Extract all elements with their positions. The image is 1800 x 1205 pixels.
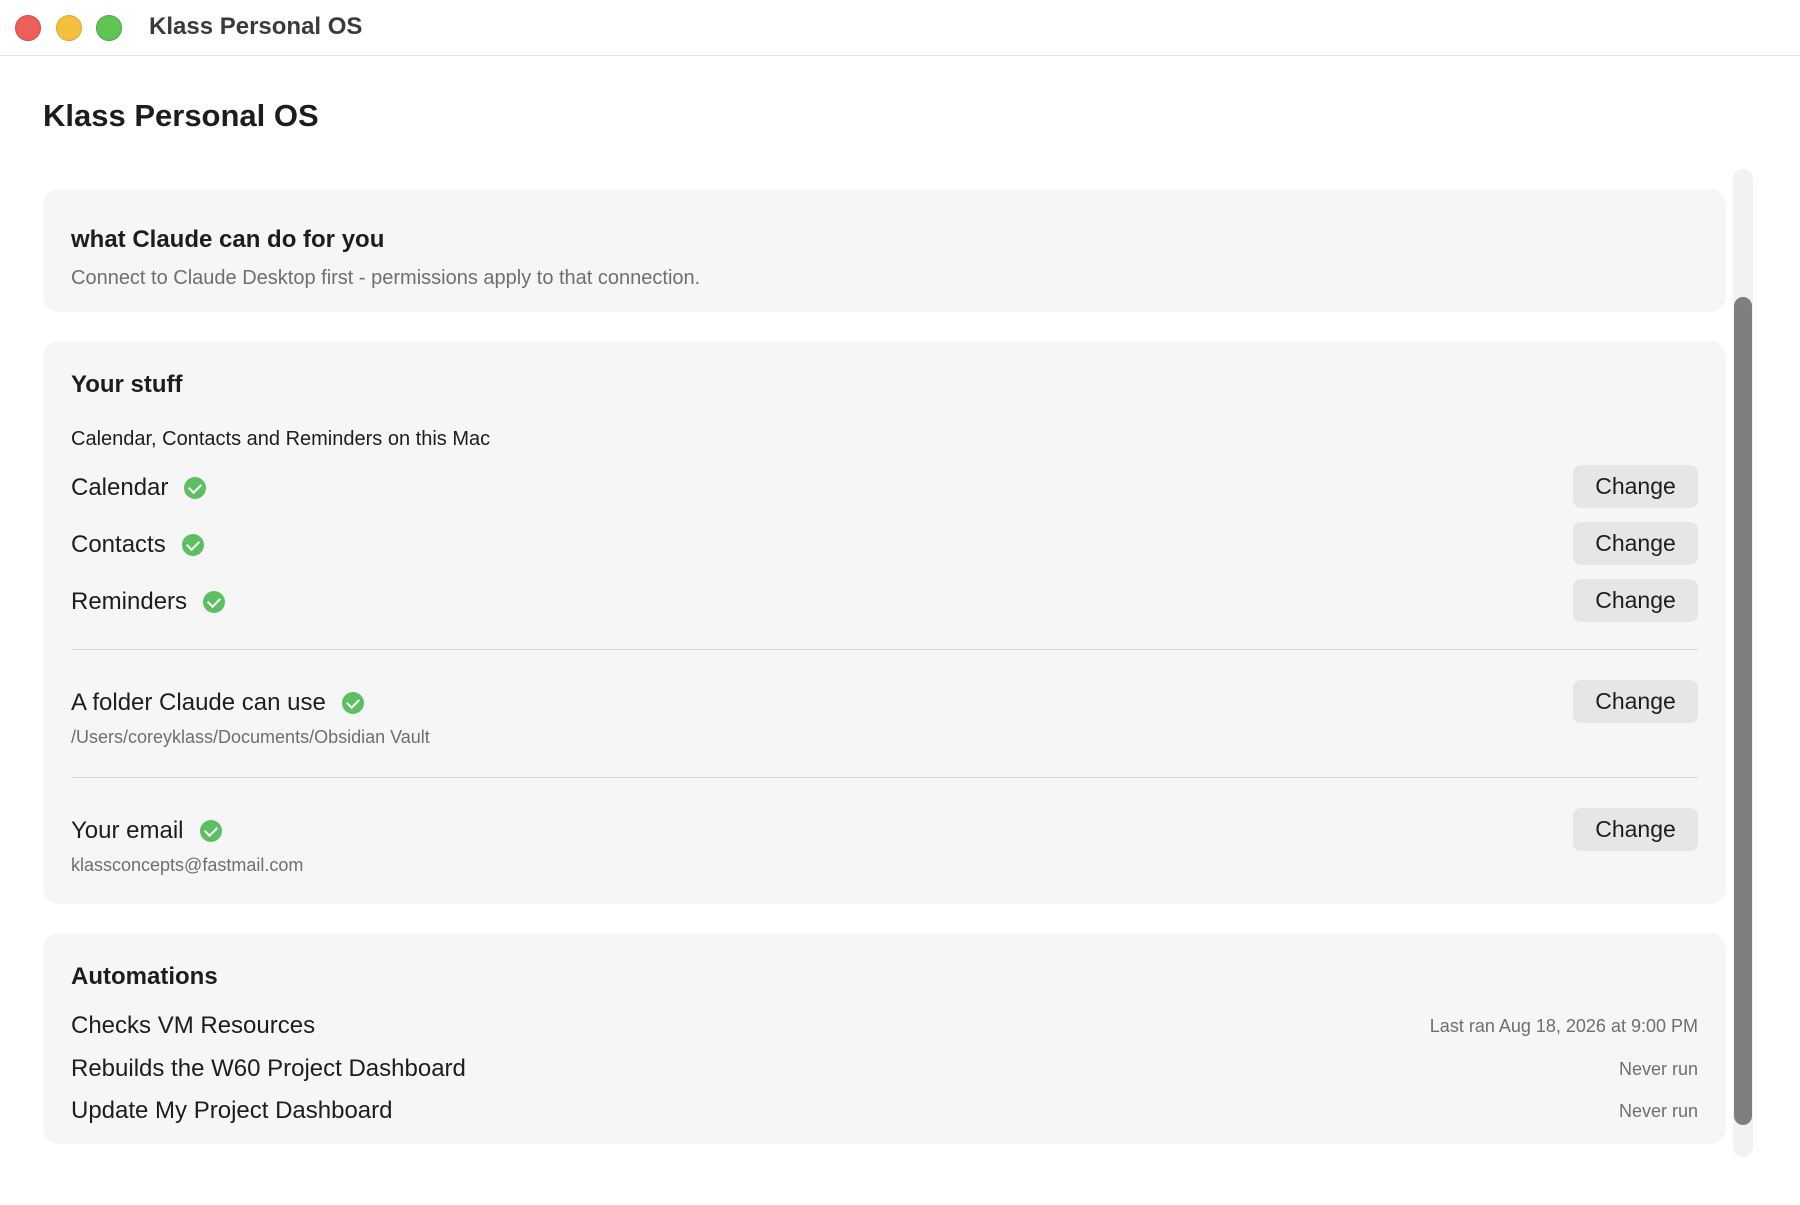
reminders-row: Reminders Change	[71, 579, 1698, 623]
folder-label: A folder Claude can use	[71, 689, 326, 716]
email-row: Your email Change	[71, 808, 1698, 852]
check-circle-icon	[181, 534, 204, 556]
title-bar: Klass Personal OS	[0, 0, 1800, 56]
folder-path: /Users/coreyklass/Documents/Obsidian Vau…	[71, 727, 430, 747]
window-title: Klass Personal OS	[149, 13, 363, 40]
reminders-label: Reminders	[71, 588, 188, 615]
calendar-label: Calendar	[71, 474, 169, 501]
maximize-window-button[interactable]	[96, 15, 122, 41]
contacts-label: Contacts	[71, 531, 166, 558]
contacts-change-button[interactable]: Change	[1573, 522, 1698, 565]
automations-card: Automations Checks VM Resources Last ran…	[43, 933, 1726, 1144]
automation-name: Update My Project Dashboard	[71, 1097, 393, 1124]
your-stuff-title: Your stuff	[71, 371, 183, 398]
minimize-window-button[interactable]	[56, 15, 82, 41]
email-change-button[interactable]: Change	[1573, 808, 1698, 851]
folder-change-button[interactable]: Change	[1573, 680, 1698, 723]
automation-status: Never run	[1618, 1059, 1698, 1079]
folder-row: A folder Claude can use Change	[71, 680, 1698, 724]
contacts-row: Contacts Change	[71, 522, 1698, 566]
automation-row[interactable]: Update My Project Dashboard Never run	[71, 1097, 1698, 1129]
check-circle-icon	[199, 820, 222, 842]
calendar-change-button[interactable]: Change	[1573, 465, 1698, 508]
automation-row[interactable]: Rebuilds the W60 Project Dashboard Never…	[71, 1055, 1698, 1087]
your-stuff-subtitle: Calendar, Contacts and Reminders on this…	[71, 428, 491, 450]
email-label: Your email	[71, 817, 184, 844]
calendar-row: Calendar Change	[71, 465, 1698, 509]
intro-card: what Claude can do for you Connect to Cl…	[43, 189, 1726, 312]
automation-name: Rebuilds the W60 Project Dashboard	[71, 1055, 466, 1082]
page-title: Klass Personal OS	[43, 98, 319, 133]
automation-status: Never run	[1618, 1101, 1698, 1121]
intro-card-subtitle: Connect to Claude Desktop first - permis…	[71, 267, 701, 289]
reminders-change-button[interactable]: Change	[1573, 579, 1698, 622]
check-circle-icon	[203, 591, 226, 613]
divider	[71, 777, 1698, 778]
scrollbar-thumb[interactable]	[1734, 297, 1752, 1125]
automation-row[interactable]: Checks VM Resources Last ran Aug 18, 202…	[71, 1012, 1698, 1044]
automation-status: Last ran Aug 18, 2026 at 9:00 PM	[1429, 1016, 1698, 1036]
close-window-button[interactable]	[15, 15, 41, 41]
automation-name: Checks VM Resources	[71, 1012, 316, 1039]
divider	[71, 649, 1698, 650]
check-circle-icon	[184, 477, 207, 499]
intro-card-title: what Claude can do for you	[71, 226, 385, 253]
app-window: Klass Personal OS Klass Personal OS what…	[0, 0, 1800, 1205]
automations-title: Automations	[71, 963, 218, 990]
email-value: klassconcepts@fastmail.com	[71, 855, 304, 875]
your-stuff-card: Your stuff Calendar, Contacts and Remind…	[43, 341, 1726, 904]
check-circle-icon	[341, 692, 364, 714]
